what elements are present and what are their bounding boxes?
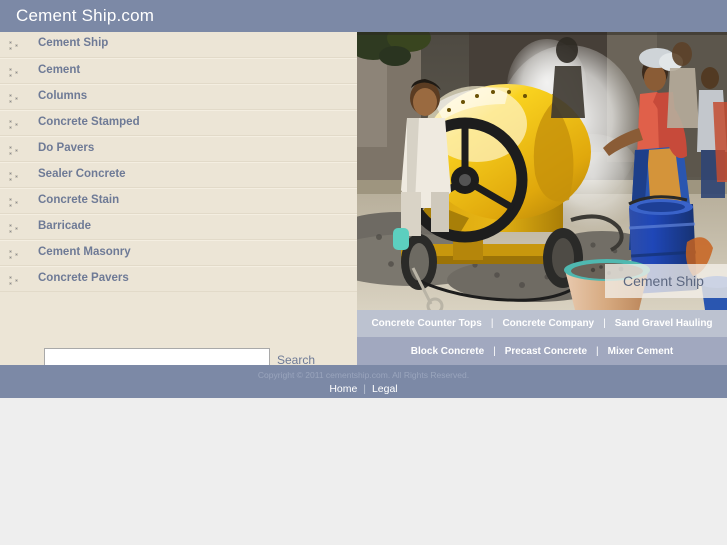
sidebar-item-label: Concrete Stamped <box>38 116 140 128</box>
keyword-bar-row1: Concrete Counter Tops | Concrete Company… <box>357 310 727 337</box>
hero-photo: Cement Ship <box>357 32 727 310</box>
photo-caption-label: Cement Ship <box>623 273 704 289</box>
keyword-separator: | <box>603 318 606 329</box>
three-dots-icon <box>9 146 21 155</box>
three-dots-icon <box>9 250 21 259</box>
sidebar-item-do-pavers[interactable]: Do Pavers <box>0 136 357 162</box>
keyword-bar-row2: Block Concrete | Precast Concrete | Mixe… <box>357 337 727 365</box>
footer-link-legal[interactable]: Legal <box>372 383 398 395</box>
sidebar-item-cement-ship[interactable]: Cement Ship <box>0 32 357 58</box>
three-dots-icon <box>9 172 21 181</box>
three-dots-icon <box>9 94 21 103</box>
footer-link-home[interactable]: Home <box>329 383 357 395</box>
search-row: Search <box>0 316 357 371</box>
sidebar-item-label: Cement Masonry <box>38 246 131 258</box>
site-footer: Copyright © 2011 cementship.com. All Rig… <box>0 365 727 398</box>
sidebar-item-cement[interactable]: Cement <box>0 58 357 84</box>
footer-links: Home | Legal <box>0 383 727 395</box>
sidebar-item-label: Concrete Stain <box>38 194 120 206</box>
footer-link-separator: | <box>363 383 367 395</box>
copyright-text: Copyright © 2011 cementship.com. All Rig… <box>257 370 470 380</box>
sidebar-item-label: Cement <box>38 64 81 76</box>
three-dots-icon <box>9 68 21 77</box>
sidebar-item-concrete-stain[interactable]: Concrete Stain <box>0 188 357 214</box>
sidebar-item-label: Sealer Concrete <box>38 168 126 180</box>
keyword-separator: | <box>490 318 494 329</box>
keyword-link-block-concrete[interactable]: Block Concrete <box>409 346 486 357</box>
photo-caption-box: Cement Ship <box>605 264 727 298</box>
page-title: Cement Ship.com <box>16 6 155 25</box>
sidebar-item-label: Columns <box>38 90 88 102</box>
keyword-separator: | <box>596 345 599 357</box>
three-dots-icon <box>9 198 21 207</box>
keyword-link-sand-gravel-hauling[interactable]: Sand Gravel Hauling <box>613 318 715 329</box>
keyword-link-precast-concrete[interactable]: Precast Concrete <box>503 346 589 357</box>
sidebar-item-label: Barricade <box>38 220 92 232</box>
sidebar-item-label: Concrete Pavers <box>38 272 129 284</box>
sidebar-item-barricade[interactable]: Barricade <box>0 214 357 240</box>
three-dots-icon <box>9 120 21 129</box>
sidebar-nav-list: Cement Ship Cement Columns Concrete Stam… <box>0 32 357 292</box>
three-dots-icon <box>9 224 21 233</box>
sidebar-item-concrete-stamped[interactable]: Concrete Stamped <box>0 110 357 136</box>
sidebar-item-label: Do Pavers <box>38 142 95 154</box>
keyword-separator: | <box>493 345 496 357</box>
keyword-link-concrete-company[interactable]: Concrete Company <box>500 318 596 329</box>
sidebar-item-cement-masonry[interactable]: Cement Masonry <box>0 240 357 266</box>
sidebar: Cement Ship Cement Columns Concrete Stam… <box>0 32 357 371</box>
sidebar-item-label: Cement Ship <box>38 37 109 49</box>
sidebar-item-concrete-pavers[interactable]: Concrete Pavers <box>0 266 357 292</box>
sidebar-item-columns[interactable]: Columns <box>0 84 357 110</box>
page-root: Cement Ship.com Cement Ship Cement Colum… <box>0 0 727 545</box>
keyword-link-mixer-cement[interactable]: Mixer Cement <box>606 346 676 357</box>
keyword-link-concrete-counter-tops[interactable]: Concrete Counter Tops <box>369 318 483 329</box>
three-dots-icon <box>9 41 21 50</box>
sidebar-item-sealer-concrete[interactable]: Sealer Concrete <box>0 162 357 188</box>
three-dots-icon <box>9 276 21 285</box>
site-header: Cement Ship.com <box>0 0 727 32</box>
